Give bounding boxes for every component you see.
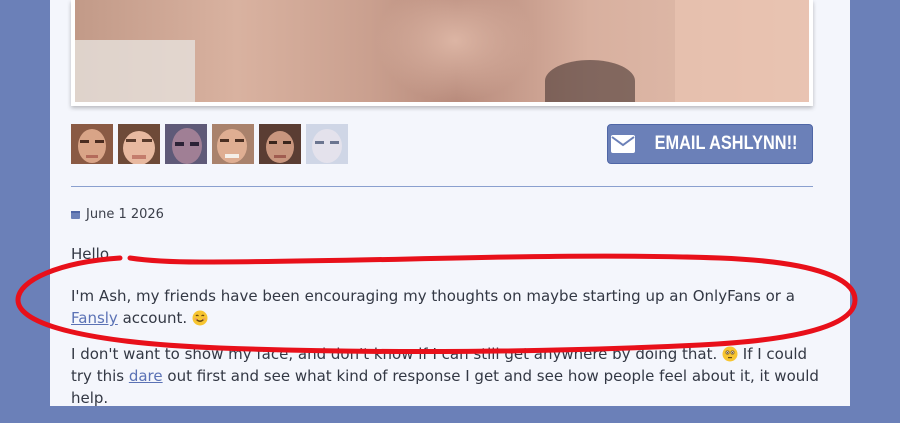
section-divider — [71, 186, 813, 187]
post-date-text: June 1 2026 — [86, 207, 164, 222]
post-body: Hello, I'm Ash, my friends have been enc… — [71, 243, 821, 423]
paragraph-2: I don't want to show my face, and don't … — [71, 345, 819, 407]
thumbnail-2[interactable] — [118, 124, 160, 164]
greeting: Hello, — [71, 245, 114, 263]
fansly-link[interactable]: Fansly — [71, 309, 118, 327]
email-button-label: EMAIL ASHLYNN!! — [654, 133, 798, 154]
smiling-face-icon — [192, 310, 208, 326]
post-date: June 1 2026 — [71, 207, 164, 222]
thumbnail-strip — [71, 124, 348, 164]
thumbnail-4[interactable] — [212, 124, 254, 164]
flushed-face-icon — [722, 346, 738, 362]
email-ashlynn-button[interactable]: EMAIL ASHLYNN!! — [607, 124, 813, 164]
hero-photo — [75, 0, 809, 102]
calendar-icon — [71, 211, 80, 219]
thumbnail-6[interactable] — [306, 124, 348, 164]
thumbnail-1[interactable] — [71, 124, 113, 164]
dare-link[interactable]: dare — [129, 367, 163, 385]
thumbnail-5[interactable] — [259, 124, 301, 164]
thumbnail-3[interactable] — [165, 124, 207, 164]
envelope-icon — [610, 135, 635, 153]
post-card: EMAIL ASHLYNN!! June 1 2026 Hello, I'm A… — [50, 0, 850, 407]
paragraph-1: I'm Ash, my friends have been encouragin… — [71, 287, 795, 327]
hero-photo-frame — [71, 0, 813, 106]
